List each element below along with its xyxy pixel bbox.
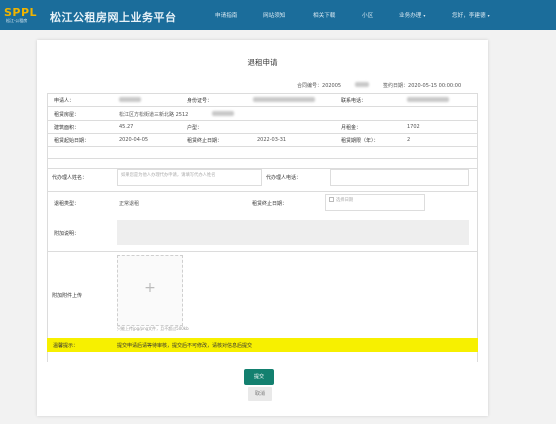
grid-line: [47, 251, 478, 252]
sign-date-value: 2020-05-15 00:00:00: [408, 83, 462, 89]
warning-text: 提交申请后请等待审核，提交后不可修改，请核对信息后提交: [117, 343, 253, 349]
grid-line: [47, 191, 478, 192]
refund-type-value: 正常退租: [119, 201, 140, 207]
date-placeholder: 选择日期: [336, 198, 354, 203]
cancel-button[interactable]: 取消: [248, 387, 272, 401]
start-date-label: 租赁起始日期：: [54, 138, 90, 144]
start-date-value: 2020-04-05: [119, 137, 149, 143]
page-title: 退租申请: [247, 58, 278, 67]
grid-line: [47, 93, 478, 94]
end-date-value: 2022-03-31: [257, 137, 287, 143]
redacted-contract-suffix: [355, 82, 369, 87]
agent-name-input[interactable]: 如果您是为他人办理代办申请，请填写代办人姓名: [117, 169, 262, 186]
rent-label: 月租金：: [341, 125, 362, 131]
grid-line: [47, 158, 478, 159]
redacted-address: [212, 111, 234, 116]
nav-business[interactable]: 业务办理 ▾: [399, 11, 425, 19]
nav-business-label: 业务办理: [399, 13, 422, 19]
warning-bar: 温馨提示： 提交申请后请等待审核，提交后不可修改，请核对信息后提交: [47, 338, 478, 352]
area-value: 45.27: [119, 124, 134, 130]
warning-label: 温馨提示：: [53, 343, 79, 349]
lease-years-value: 2: [407, 137, 411, 143]
end-date-label: 租赁终止日期：: [187, 138, 223, 144]
redacted-applicant: [119, 97, 141, 102]
contract-number: 合同编号：202005: [297, 82, 341, 89]
nav-apply-guide[interactable]: 申请指南: [215, 11, 237, 19]
redacted-id-number: [253, 97, 315, 102]
layout-label: 户型：: [187, 125, 203, 131]
plus-icon: +: [144, 280, 156, 296]
attachment-upload[interactable]: +: [117, 255, 183, 326]
description-textarea[interactable]: [117, 220, 469, 245]
agent-phone-label: 代办理人电话：: [266, 175, 302, 181]
grid-line: [477, 93, 478, 362]
chevron-down-icon: ▾: [423, 13, 426, 18]
address-label: 租赁房屋：: [54, 112, 80, 118]
submit-button[interactable]: 提交: [244, 369, 274, 385]
nav-user-menu[interactable]: 您好，李建德 ▾: [452, 11, 490, 19]
agent-phone-input[interactable]: [330, 169, 469, 186]
sign-date-label: 签约日期：: [383, 83, 409, 89]
area-label: 建筑面积：: [54, 125, 80, 131]
redacted-phone: [407, 97, 449, 102]
contract-number-value: 202005: [322, 83, 342, 89]
nav-user-label: 您好，李建德: [452, 13, 486, 19]
upload-hint: 只能上传jpg/png文件，且不超过500kb: [117, 326, 189, 331]
grid-line: [47, 146, 478, 147]
termination-date-label: 租赁终止日期：: [252, 201, 288, 207]
rent-value: 1702: [407, 124, 420, 130]
grid-line: [47, 120, 478, 121]
address-value: 松江区方松街道三新北路 2512: [119, 112, 189, 118]
chevron-down-icon: ▾: [487, 13, 490, 18]
grid-line: [47, 133, 478, 134]
termination-date-picker[interactable]: 选择日期: [325, 194, 425, 211]
description-label: 附加说明：: [54, 231, 80, 237]
lease-years-label: 租赁期限（年）：: [341, 138, 379, 144]
agent-name-label: 代办理人姓名：: [52, 175, 88, 181]
site-title: 松江公租房网上业务平台: [50, 11, 177, 24]
top-navigation-bar: SPPL 松江·公租房 松江公租房网上业务平台 申请指南 网站须知 相关下载 小…: [0, 0, 556, 30]
grid-line: [47, 93, 48, 362]
nav-downloads[interactable]: 相关下载: [313, 11, 335, 19]
phone-label: 联系电话：: [341, 98, 367, 104]
refund-type-label: 退租类型：: [54, 201, 80, 207]
upload-label: 附加附件上传: [52, 293, 83, 299]
nav-communities[interactable]: 小区: [362, 11, 373, 19]
logo-subtext: 松江·公租房: [6, 18, 28, 23]
calendar-icon: [329, 197, 334, 202]
grid-line: [47, 106, 478, 107]
sign-date: 签约日期：2020-05-15 00:00:00: [383, 82, 461, 89]
applicant-label: 申请人：: [54, 98, 75, 104]
id-number-label: 身份证号：: [187, 98, 213, 104]
nav-site-notice[interactable]: 网站须知: [263, 11, 285, 19]
contract-number-label: 合同编号：: [297, 83, 323, 89]
refund-application-card: 退租申请 合同编号：202005 签约日期：2020-05-15 00:00:0…: [37, 40, 488, 416]
site-logo[interactable]: SPPL 松江·公租房: [4, 6, 42, 26]
